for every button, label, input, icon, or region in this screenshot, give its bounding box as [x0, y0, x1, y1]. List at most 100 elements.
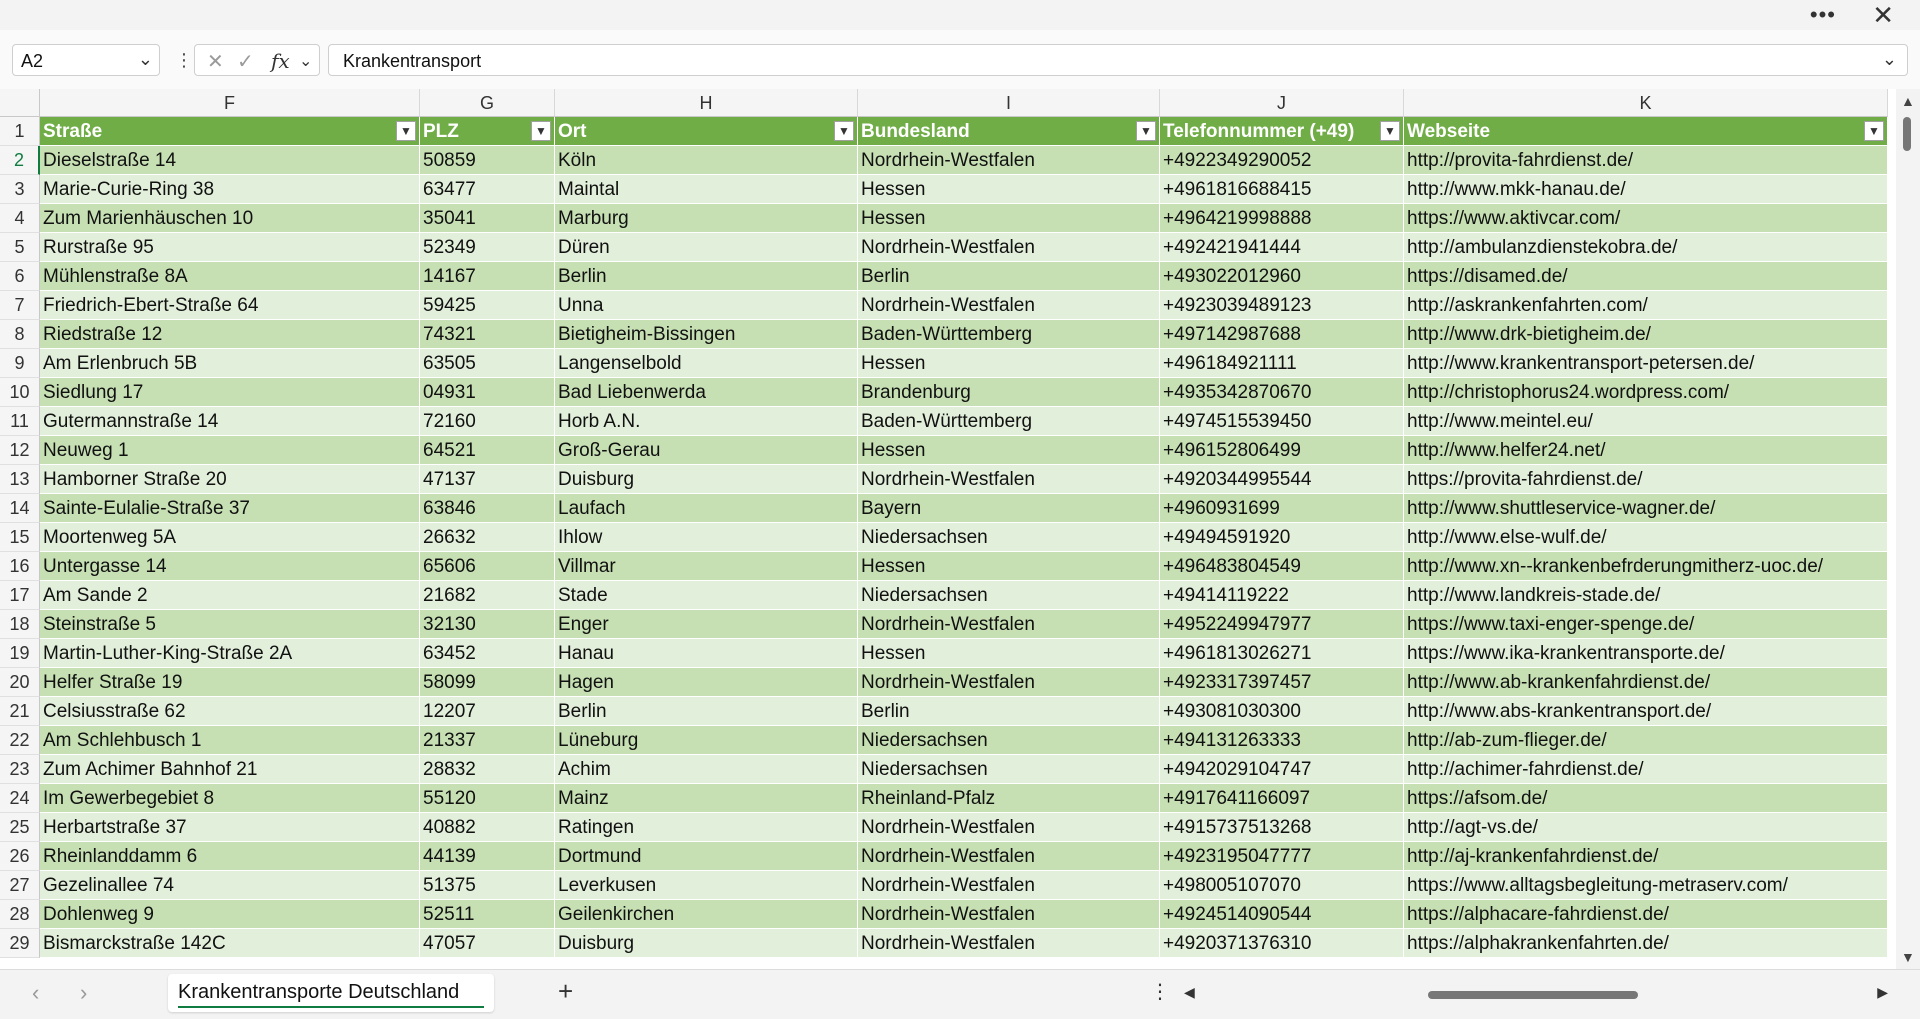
table-cell[interactable]: Gutermannstraße 14 — [40, 407, 420, 436]
spreadsheet-grid[interactable]: F G H I J K 1 Straße ▼ PLZ ▼ Ort ▼ Bundesland ▼ Telefon… — [0, 89, 1896, 969]
table-cell[interactable]: 50859 — [420, 146, 555, 175]
table-cell[interactable]: +493022012960 — [1160, 262, 1404, 291]
table-cell[interactable]: Nordrhein-Westfalen — [858, 233, 1160, 262]
row-number[interactable]: 26 — [0, 842, 40, 871]
header-cell[interactable]: Ort ▼ — [555, 117, 858, 146]
table-cell[interactable]: Zum Marienhäuschen 10 — [40, 204, 420, 233]
table-cell[interactable]: 58099 — [420, 668, 555, 697]
table-cell[interactable]: 72160 — [420, 407, 555, 436]
row-number[interactable]: 15 — [0, 523, 40, 552]
table-cell[interactable]: Köln — [555, 146, 858, 175]
row-number[interactable]: 24 — [0, 784, 40, 813]
table-cell[interactable]: +493081030300 — [1160, 697, 1404, 726]
row-number[interactable]: 3 — [0, 175, 40, 204]
header-cell[interactable]: Webseite ▼ — [1404, 117, 1888, 146]
table-cell[interactable]: +4960931699 — [1160, 494, 1404, 523]
table-cell[interactable]: +4924514090544 — [1160, 900, 1404, 929]
table-cell[interactable]: Steinstraße 5 — [40, 610, 420, 639]
table-cell[interactable]: 59425 — [420, 291, 555, 320]
scroll-up-icon[interactable]: ▲ — [1901, 93, 1915, 109]
table-cell[interactable]: http://www.landkreis-stade.de/ — [1404, 581, 1888, 610]
row-number[interactable]: 28 — [0, 900, 40, 929]
table-cell[interactable]: Mainz — [555, 784, 858, 813]
table-cell[interactable]: Mühlenstraße 8A — [40, 262, 420, 291]
table-cell[interactable]: Marburg — [555, 204, 858, 233]
filter-dropdown-icon[interactable]: ▼ — [396, 121, 416, 141]
column-header-h[interactable]: H — [555, 89, 858, 117]
table-cell[interactable]: 28832 — [420, 755, 555, 784]
row-number[interactable]: 16 — [0, 552, 40, 581]
table-cell[interactable]: http://aj-krankenfahrdienst.de/ — [1404, 842, 1888, 871]
table-cell[interactable]: 40882 — [420, 813, 555, 842]
table-cell[interactable]: Dohlenweg 9 — [40, 900, 420, 929]
table-cell[interactable]: Hamborner Straße 20 — [40, 465, 420, 494]
horizontal-scrollbar[interactable]: ◀ ▶ — [1184, 984, 1888, 1006]
table-cell[interactable]: +4942029104747 — [1160, 755, 1404, 784]
table-cell[interactable]: Dortmund — [555, 842, 858, 871]
table-cell[interactable]: 63477 — [420, 175, 555, 204]
row-number[interactable]: 22 — [0, 726, 40, 755]
scroll-down-icon[interactable]: ▼ — [1901, 949, 1915, 965]
table-cell[interactable]: Nordrhein-Westfalen — [858, 929, 1160, 958]
row-number[interactable]: 12 — [0, 436, 40, 465]
table-cell[interactable]: Berlin — [555, 262, 858, 291]
row-number[interactable]: 13 — [0, 465, 40, 494]
table-cell[interactable]: Nordrhein-Westfalen — [858, 842, 1160, 871]
table-cell[interactable]: Duisburg — [555, 465, 858, 494]
table-cell[interactable]: 63505 — [420, 349, 555, 378]
table-cell[interactable]: http://www.drk-bietigheim.de/ — [1404, 320, 1888, 349]
table-cell[interactable]: https://www.alltagsbegleitung-metraserv.… — [1404, 871, 1888, 900]
table-cell[interactable]: Rheinlanddamm 6 — [40, 842, 420, 871]
table-cell[interactable]: +497142987688 — [1160, 320, 1404, 349]
chevron-left-icon[interactable]: ‹ — [32, 980, 39, 1006]
table-cell[interactable]: http://agt-vs.de/ — [1404, 813, 1888, 842]
table-cell[interactable]: https://www.taxi-enger-spenge.de/ — [1404, 610, 1888, 639]
column-header-j[interactable]: J — [1160, 89, 1404, 117]
header-cell[interactable]: Straße ▼ — [40, 117, 420, 146]
row-number[interactable]: 17 — [0, 581, 40, 610]
table-cell[interactable]: Am Sande 2 — [40, 581, 420, 610]
row-number[interactable]: 20 — [0, 668, 40, 697]
row-number[interactable]: 14 — [0, 494, 40, 523]
row-number[interactable]: 5 — [0, 233, 40, 262]
table-cell[interactable]: +494131263333 — [1160, 726, 1404, 755]
table-cell[interactable]: 04931 — [420, 378, 555, 407]
filter-dropdown-icon[interactable]: ▼ — [1136, 121, 1156, 141]
filter-dropdown-icon[interactable]: ▼ — [531, 121, 551, 141]
table-cell[interactable]: Ratingen — [555, 813, 858, 842]
table-cell[interactable]: Martin-Luther-King-Straße 2A — [40, 639, 420, 668]
table-cell[interactable]: Langenselbold — [555, 349, 858, 378]
table-cell[interactable]: http://achimer-fahrdienst.de/ — [1404, 755, 1888, 784]
table-cell[interactable]: Bayern — [858, 494, 1160, 523]
row-number[interactable]: 19 — [0, 639, 40, 668]
table-cell[interactable]: Nordrhein-Westfalen — [858, 871, 1160, 900]
table-cell[interactable]: 26632 — [420, 523, 555, 552]
row-number[interactable]: 29 — [0, 929, 40, 958]
table-cell[interactable]: Achim — [555, 755, 858, 784]
row-number[interactable]: 1 — [0, 117, 40, 146]
table-cell[interactable]: +4923195047777 — [1160, 842, 1404, 871]
table-cell[interactable]: http://ab-zum-flieger.de/ — [1404, 726, 1888, 755]
table-cell[interactable]: +498005107070 — [1160, 871, 1404, 900]
table-cell[interactable]: 44139 — [420, 842, 555, 871]
table-cell[interactable]: Baden-Württemberg — [858, 407, 1160, 436]
expand-formula-icon[interactable]: ⌄ — [1882, 49, 1897, 70]
table-cell[interactable]: http://www.else-wulf.de/ — [1404, 523, 1888, 552]
table-cell[interactable]: +4964219998888 — [1160, 204, 1404, 233]
table-cell[interactable]: 55120 — [420, 784, 555, 813]
chevron-down-icon[interactable]: ⌄ — [299, 51, 312, 71]
table-cell[interactable]: Nordrhein-Westfalen — [858, 610, 1160, 639]
table-cell[interactable]: 52511 — [420, 900, 555, 929]
table-cell[interactable]: Geilenkirchen — [555, 900, 858, 929]
table-cell[interactable]: Ihlow — [555, 523, 858, 552]
table-cell[interactable]: https://disamed.de/ — [1404, 262, 1888, 291]
table-cell[interactable]: Gezelinallee 74 — [40, 871, 420, 900]
table-cell[interactable]: Rurstraße 95 — [40, 233, 420, 262]
table-cell[interactable]: https://alphacare-fahrdienst.de/ — [1404, 900, 1888, 929]
table-cell[interactable]: Bad Liebenwerda — [555, 378, 858, 407]
table-cell[interactable]: Herbartstraße 37 — [40, 813, 420, 842]
table-cell[interactable]: Nordrhein-Westfalen — [858, 146, 1160, 175]
row-number[interactable]: 4 — [0, 204, 40, 233]
table-cell[interactable]: Neuweg 1 — [40, 436, 420, 465]
table-cell[interactable]: +4920371376310 — [1160, 929, 1404, 958]
